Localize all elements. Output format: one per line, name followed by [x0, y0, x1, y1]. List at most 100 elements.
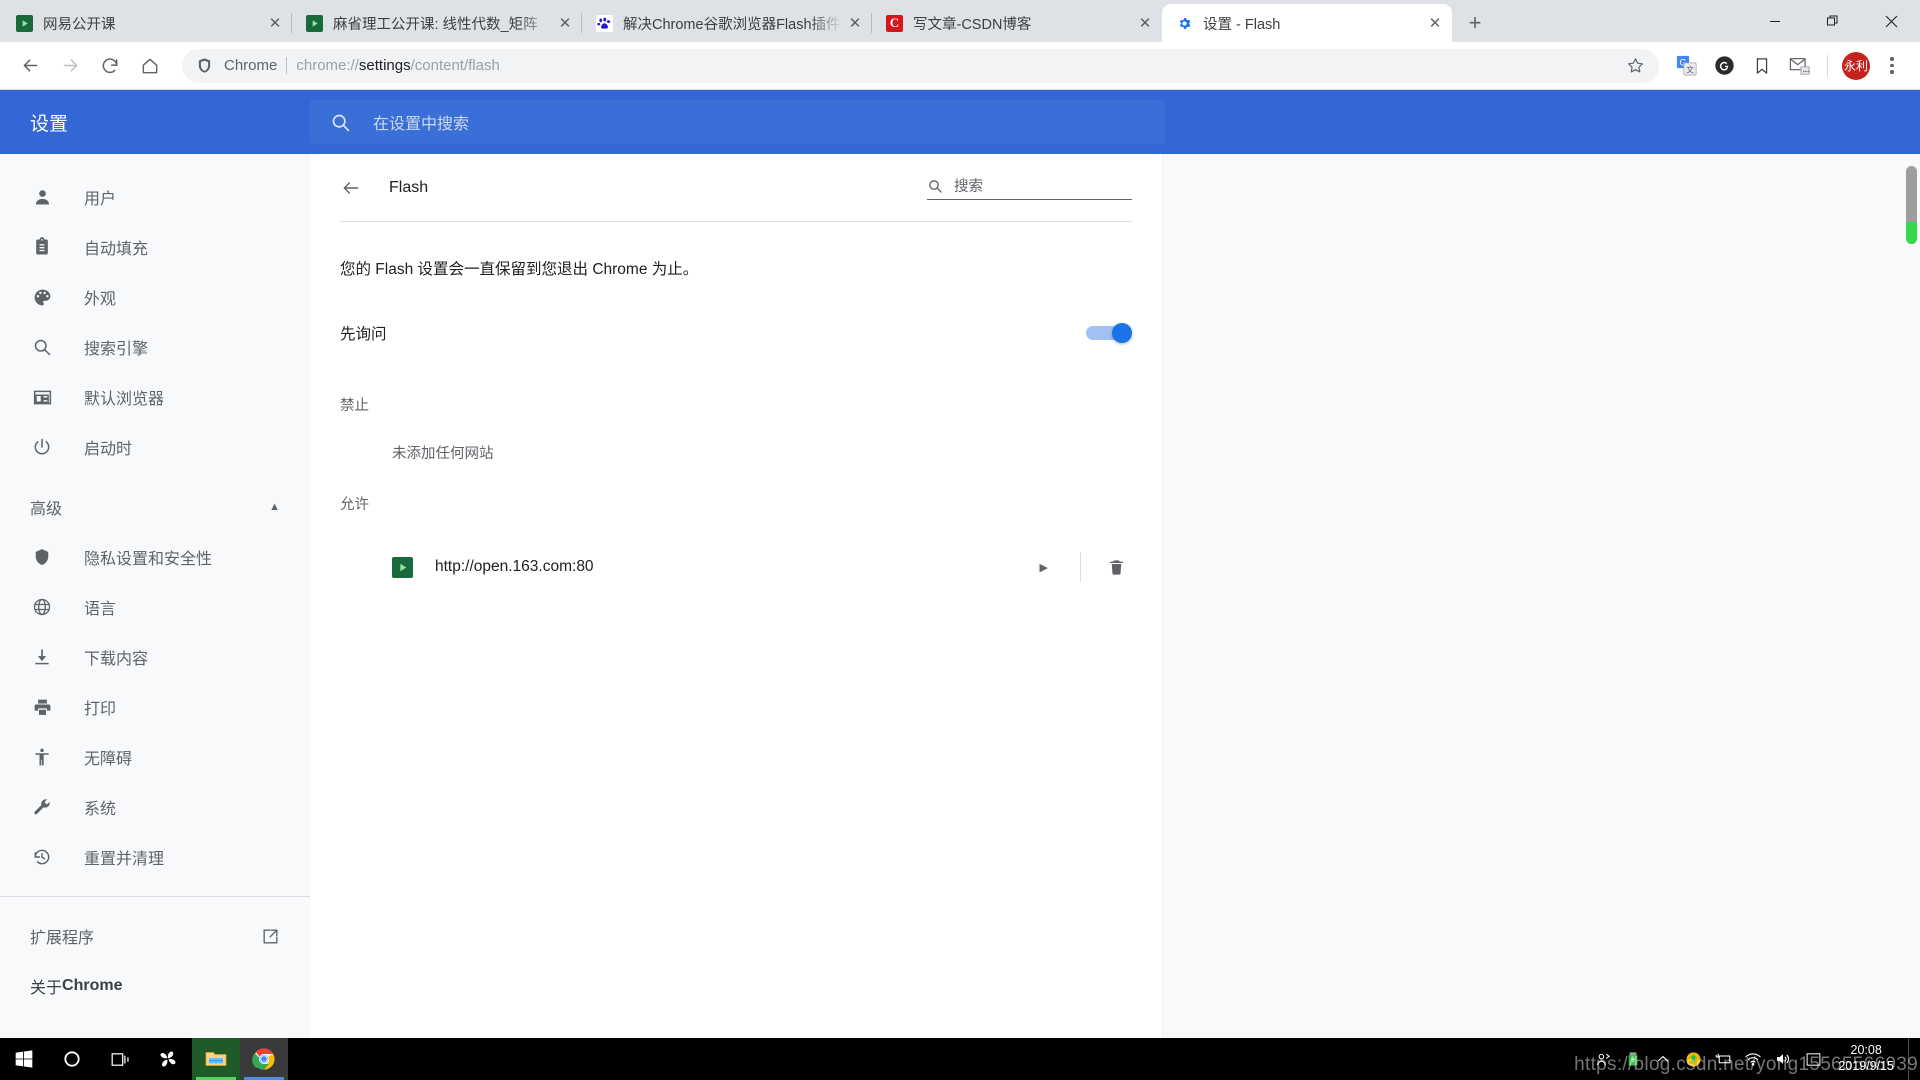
new-tab-button[interactable]: +: [1458, 6, 1492, 40]
sidebar-item-label: 无障碍: [84, 751, 133, 768]
card-search-input[interactable]: 搜索: [927, 175, 1132, 200]
sidebar-item-downloads[interactable]: 下载内容: [0, 632, 310, 682]
forward-button[interactable]: [52, 48, 88, 84]
settings-search-input[interactable]: 在设置中搜索: [310, 100, 1165, 144]
toolbar-divider: [1827, 54, 1828, 77]
sidebar-item-on-startup[interactable]: 启动时: [0, 422, 310, 472]
block-empty-text: 未添加任何网站: [392, 446, 494, 462]
star-icon[interactable]: [1616, 56, 1645, 75]
sidebar-item-reset-cleanup[interactable]: 重置并清理: [0, 832, 310, 882]
file-explorer-icon[interactable]: [192, 1038, 240, 1080]
accessibility-icon: [30, 745, 54, 769]
sidebar-item-accessibility[interactable]: 无障碍: [0, 732, 310, 782]
sidebar-group-advanced[interactable]: 高级 ▲: [0, 482, 310, 532]
flash-description: 您的 Flash 设置会一直保留到您退出 Chrome 为止。: [340, 261, 699, 278]
show-desktop-button[interactable]: [1908, 1038, 1916, 1080]
clock-time: 20:08: [1850, 1043, 1882, 1058]
sidebar-item-default-browser[interactable]: 默认浏览器: [0, 372, 310, 422]
history-restore-icon: [30, 845, 54, 869]
page-scrollbar[interactable]: [1903, 154, 1920, 1038]
browser-tab[interactable]: 网易公开课 ✕: [2, 4, 292, 42]
tab-close-button[interactable]: ✕: [842, 10, 868, 36]
trash-icon[interactable]: [1107, 558, 1132, 577]
card-header: Flash 搜索: [340, 154, 1132, 222]
taskbar-clock[interactable]: 20:08 2019/9/15: [1828, 1043, 1908, 1074]
volume-icon[interactable]: [1768, 1038, 1798, 1080]
three-dots-menu-icon[interactable]: [1876, 57, 1908, 74]
wrench-icon: [30, 795, 54, 819]
google-translate-icon[interactable]: G 文: [1670, 50, 1702, 82]
window-restore-button[interactable]: [1804, 0, 1862, 42]
sidebar-item-label: 打印: [84, 701, 117, 718]
settings-main-column: Flash 搜索 您的 Flash 设置会一直保留到您退出 Chrome 为止。…: [310, 154, 1920, 1038]
action-center-icon[interactable]: [1798, 1038, 1828, 1080]
tab-close-button[interactable]: ✕: [552, 10, 578, 36]
ask-first-row[interactable]: 先询问: [340, 302, 1132, 364]
people-icon[interactable]: [1588, 1038, 1618, 1080]
wifi-icon[interactable]: [1738, 1038, 1768, 1080]
home-button[interactable]: [132, 48, 168, 84]
usb-drive-icon[interactable]: [1618, 1038, 1648, 1080]
windows-start-icon[interactable]: [0, 1038, 48, 1080]
block-section-label: 禁止: [340, 398, 369, 414]
browser-tab-active[interactable]: 设置 - Flash ✕: [1162, 4, 1452, 42]
sidebar-item-label: 重置并清理: [84, 851, 165, 868]
cortana-circle-icon[interactable]: [48, 1038, 96, 1080]
clock-date: 2019/9/15: [1838, 1059, 1894, 1073]
sidebar-item-system[interactable]: 系统: [0, 782, 310, 832]
bookmark-icon[interactable]: [1746, 50, 1778, 82]
browser-tab[interactable]: 麻省理工公开课: 线性代数_矩阵 ✕: [292, 4, 582, 42]
task-view-icon[interactable]: [96, 1038, 144, 1080]
sidebar-item-label: 下载内容: [84, 651, 149, 668]
avatar[interactable]: 永利: [1842, 51, 1870, 80]
sidebar-item-printing[interactable]: 打印: [0, 682, 310, 732]
sidebar-item-people[interactable]: 用户: [0, 172, 310, 222]
tab-close-button[interactable]: ✕: [262, 10, 288, 36]
grammarly-icon[interactable]: [1708, 50, 1740, 82]
address-bar[interactable]: Chrome chrome://settings/content/flash: [182, 48, 1659, 83]
chevron-up-icon[interactable]: [1648, 1038, 1678, 1080]
sidebar-item-search-engine[interactable]: 搜索引擎: [0, 322, 310, 372]
site-url: http://open.163.com:80: [435, 558, 594, 575]
browser-tab[interactable]: C 写文章-CSDN博客 ✕: [872, 4, 1162, 42]
play-green-icon: [306, 14, 323, 32]
tab-close-button[interactable]: ✕: [1422, 10, 1448, 36]
scrollbar-thumb[interactable]: [1906, 166, 1917, 244]
page-title: Flash: [389, 178, 429, 196]
sidebar-item-about-chrome[interactable]: 关于 Chrome: [0, 961, 310, 1011]
settings-header-title: 设置: [30, 113, 69, 135]
flash-settings-card: Flash 搜索 您的 Flash 设置会一直保留到您退出 Chrome 为止。…: [310, 154, 1162, 1038]
tab-close-button[interactable]: ✕: [1132, 10, 1158, 36]
tab-title: 麻省理工公开课: 线性代数_矩阵: [333, 16, 538, 33]
sidebar-item-extensions[interactable]: 扩展程序: [0, 911, 310, 961]
mail-icon[interactable]: [1784, 50, 1816, 82]
sidebar-divider: [0, 896, 310, 897]
chrome-icon[interactable]: [240, 1038, 288, 1080]
sidebar-item-privacy-security[interactable]: 隐私设置和安全性: [0, 532, 310, 582]
allow-site-row[interactable]: http://open.163.com:80 ▶: [340, 536, 1132, 598]
pinwheel-icon[interactable]: [144, 1038, 192, 1080]
window-minimize-button[interactable]: [1746, 0, 1804, 42]
ask-first-label: 先询问: [340, 326, 387, 343]
omnibox-divider: [286, 57, 288, 74]
sidebar-item-label: 外观: [84, 291, 117, 308]
reload-button[interactable]: [92, 48, 128, 84]
card-search-placeholder: 搜索: [954, 179, 983, 195]
sidebar-item-appearance[interactable]: 外观: [0, 272, 310, 322]
windows-taskbar: 20:08 2019/9/15 https://blog.csdn.net/yo…: [0, 1038, 1920, 1080]
chevron-right-icon[interactable]: ▶: [1040, 561, 1054, 574]
sidebar-item-label: 自动填充: [84, 241, 149, 258]
sidebar-item-label: 隐私设置和安全性: [84, 551, 213, 568]
window-close-button[interactable]: [1862, 0, 1920, 42]
browser-tab[interactable]: 解决Chrome谷歌浏览器Flash插件 ✕: [582, 4, 872, 42]
back-button[interactable]: [12, 48, 48, 84]
search-icon: [927, 178, 943, 194]
sidebar-item-label: 用户: [84, 191, 117, 208]
omnibox-url-bold: settings: [358, 57, 411, 74]
plug-monitor-icon[interactable]: [1708, 1038, 1738, 1080]
sidebar-item-languages[interactable]: 语言: [0, 582, 310, 632]
back-arrow-icon[interactable]: [334, 171, 368, 205]
ask-first-toggle[interactable]: [1086, 323, 1132, 343]
shield-update-icon[interactable]: [1678, 1038, 1708, 1080]
sidebar-item-autofill[interactable]: 自动填充: [0, 222, 310, 272]
